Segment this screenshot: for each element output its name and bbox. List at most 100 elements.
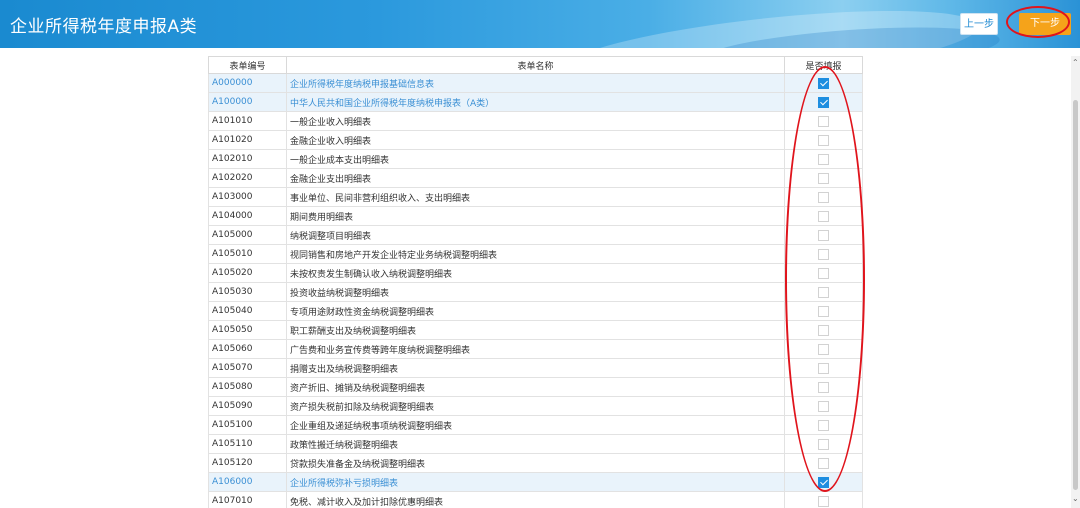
form-code-cell: A104000 xyxy=(208,206,287,226)
fill-checkbox[interactable] xyxy=(818,172,829,184)
table-row: A105080 资产折旧、摊销及纳税调整明细表 xyxy=(208,377,863,397)
fill-checkbox[interactable] xyxy=(818,96,829,108)
form-name-link[interactable]: 企业所得税弥补亏损明细表 xyxy=(286,472,785,492)
form-name-link[interactable]: 捐赠支出及纳税调整明细表 xyxy=(286,358,785,378)
table-row: A100000 中华人民共和国企业所得税年度纳税申报表（A类） xyxy=(208,92,863,112)
form-table-container: 表单编号 表单名称 是否填报 A000000 企业所得税年度纳税申报基础信息表 A1… xyxy=(208,56,863,508)
table-row: A105120 贷款损失准备金及纳税调整明细表 xyxy=(208,453,863,473)
fill-checkbox[interactable] xyxy=(818,343,829,355)
table-row: A102010 一般企业成本支出明细表 xyxy=(208,149,863,169)
form-code-cell: A105090 xyxy=(208,396,287,416)
fill-checkbox-cell xyxy=(784,73,863,93)
fill-checkbox[interactable] xyxy=(818,305,829,317)
fill-checkbox-cell xyxy=(784,168,863,188)
form-name-link[interactable]: 企业所得税年度纳税申报基础信息表 xyxy=(286,73,785,93)
fill-checkbox-cell xyxy=(784,244,863,264)
form-code-cell: A101010 xyxy=(208,111,287,131)
form-name-link[interactable]: 资产折旧、摊销及纳税调整明细表 xyxy=(286,377,785,397)
fill-checkbox-cell xyxy=(784,472,863,492)
fill-checkbox[interactable] xyxy=(818,362,829,374)
form-name-link[interactable]: 贷款损失准备金及纳税调整明细表 xyxy=(286,453,785,473)
form-name-link[interactable]: 一般企业成本支出明细表 xyxy=(286,149,785,169)
form-name-link[interactable]: 政策性搬迁纳税调整明细表 xyxy=(286,434,785,454)
form-name-link[interactable]: 未按权责发生制确认收入纳税调整明细表 xyxy=(286,263,785,283)
table-row: A105060 广告费和业务宣传费等跨年度纳税调整明细表 xyxy=(208,339,863,359)
fill-checkbox[interactable] xyxy=(818,457,829,469)
fill-checkbox-cell xyxy=(784,396,863,416)
form-name-link[interactable]: 资产损失税前扣除及纳税调整明细表 xyxy=(286,396,785,416)
table-row: A105010 视同销售和房地产开发企业特定业务纳税调整明细表 xyxy=(208,244,863,264)
table-row: A102020 金融企业支出明细表 xyxy=(208,168,863,188)
table-row: A105050 职工薪酬支出及纳税调整明细表 xyxy=(208,320,863,340)
table-header-row: 表单编号 表单名称 是否填报 xyxy=(208,56,863,74)
form-name-link[interactable]: 事业单位、民间非营利组织收入、支出明细表 xyxy=(286,187,785,207)
table-row: A105070 捐赠支出及纳税调整明细表 xyxy=(208,358,863,378)
vertical-scrollbar[interactable]: ⌃ ⌄ xyxy=(1071,56,1080,508)
fill-checkbox[interactable] xyxy=(818,324,829,336)
table-row: A000000 企业所得税年度纳税申报基础信息表 xyxy=(208,73,863,93)
fill-checkbox-cell xyxy=(784,358,863,378)
form-code-cell: A103000 xyxy=(208,187,287,207)
fill-checkbox[interactable] xyxy=(818,400,829,412)
fill-checkbox-cell xyxy=(784,453,863,473)
form-name-link[interactable]: 纳税调整项目明细表 xyxy=(286,225,785,245)
fill-checkbox[interactable] xyxy=(818,229,829,241)
fill-checkbox[interactable] xyxy=(818,77,829,89)
page-title: 企业所得税年度申报A类 xyxy=(10,17,198,37)
fill-checkbox[interactable] xyxy=(818,476,829,488)
form-name-link[interactable]: 金融企业支出明细表 xyxy=(286,168,785,188)
table-row: A105000 纳税调整项目明细表 xyxy=(208,225,863,245)
fill-checkbox-cell xyxy=(784,320,863,340)
table-row: A105110 政策性搬迁纳税调整明细表 xyxy=(208,434,863,454)
scroll-up-icon[interactable]: ⌃ xyxy=(1072,58,1079,67)
fill-checkbox-cell xyxy=(784,339,863,359)
table-row: A105020 未按权责发生制确认收入纳税调整明细表 xyxy=(208,263,863,283)
table-row: A105030 投资收益纳税调整明细表 xyxy=(208,282,863,302)
fill-checkbox-cell xyxy=(784,130,863,150)
form-table: 表单编号 表单名称 是否填报 A000000 企业所得税年度纳税申报基础信息表 A1… xyxy=(208,56,863,508)
fill-checkbox[interactable] xyxy=(818,381,829,393)
fill-checkbox[interactable] xyxy=(818,438,829,450)
form-name-link[interactable]: 职工薪酬支出及纳税调整明细表 xyxy=(286,320,785,340)
fill-checkbox-cell xyxy=(784,434,863,454)
table-row: A103000 事业单位、民间非营利组织收入、支出明细表 xyxy=(208,187,863,207)
fill-checkbox[interactable] xyxy=(818,153,829,165)
fill-checkbox-cell xyxy=(784,149,863,169)
fill-checkbox-cell xyxy=(784,282,863,302)
fill-checkbox[interactable] xyxy=(818,419,829,431)
fill-checkbox[interactable] xyxy=(818,248,829,260)
form-code-cell: A102010 xyxy=(208,149,287,169)
fill-checkbox-cell xyxy=(784,206,863,226)
form-name-link[interactable]: 视同销售和房地产开发企业特定业务纳税调整明细表 xyxy=(286,244,785,264)
form-code-cell: A107010 xyxy=(208,491,287,508)
form-name-link[interactable]: 免税、减计收入及加计扣除优惠明细表 xyxy=(286,491,785,508)
form-name-link[interactable]: 中华人民共和国企业所得税年度纳税申报表（A类） xyxy=(286,92,785,112)
form-name-link[interactable]: 一般企业收入明细表 xyxy=(286,111,785,131)
fill-checkbox-cell xyxy=(784,491,863,508)
form-name-link[interactable]: 期间费用明细表 xyxy=(286,206,785,226)
form-name-link[interactable]: 专项用途财政性资金纳税调整明细表 xyxy=(286,301,785,321)
prev-step-button[interactable]: 上一步 xyxy=(960,13,998,35)
fill-checkbox[interactable] xyxy=(818,191,829,203)
table-body: A000000 企业所得税年度纳税申报基础信息表 A100000 中华人民共和国企业所… xyxy=(208,73,863,508)
form-code-cell: A106000 xyxy=(208,472,287,492)
fill-checkbox[interactable] xyxy=(818,115,829,127)
fill-checkbox[interactable] xyxy=(818,495,829,507)
form-name-link[interactable]: 企业重组及递延纳税事项纳税调整明细表 xyxy=(286,415,785,435)
fill-checkbox[interactable] xyxy=(818,134,829,146)
column-header-fill: 是否填报 xyxy=(784,56,863,74)
scrollbar-thumb[interactable] xyxy=(1073,100,1078,490)
fill-checkbox[interactable] xyxy=(818,210,829,222)
fill-checkbox[interactable] xyxy=(818,286,829,298)
form-name-link[interactable]: 金融企业收入明细表 xyxy=(286,130,785,150)
form-code-cell: A105040 xyxy=(208,301,287,321)
form-name-link[interactable]: 广告费和业务宣传费等跨年度纳税调整明细表 xyxy=(286,339,785,359)
scroll-down-icon[interactable]: ⌄ xyxy=(1072,494,1079,503)
fill-checkbox-cell xyxy=(784,111,863,131)
fill-checkbox[interactable] xyxy=(818,267,829,279)
next-step-button[interactable]: 下一步 xyxy=(1019,13,1071,35)
form-name-link[interactable]: 投资收益纳税调整明细表 xyxy=(286,282,785,302)
form-code-cell: A105010 xyxy=(208,244,287,264)
table-row: A104000 期间费用明细表 xyxy=(208,206,863,226)
table-row: A106000 企业所得税弥补亏损明细表 xyxy=(208,472,863,492)
